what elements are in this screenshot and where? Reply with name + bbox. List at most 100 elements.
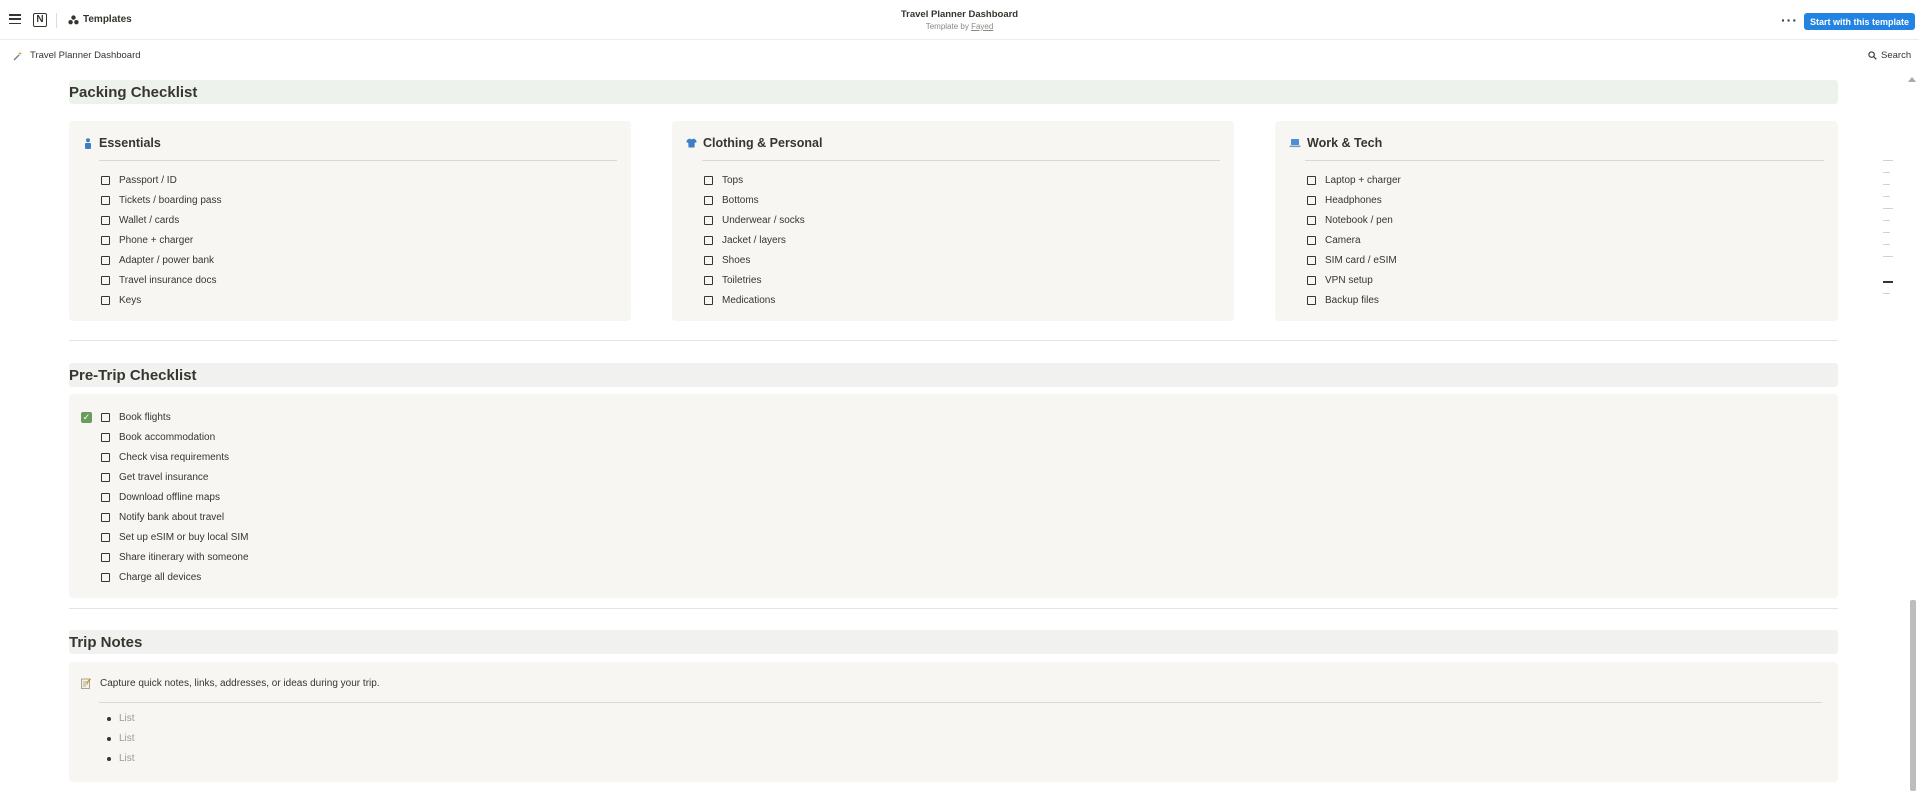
todo-item[interactable]: Bottoms bbox=[704, 193, 759, 207]
toc-line[interactable] bbox=[1883, 172, 1890, 173]
toc-line[interactable] bbox=[1883, 160, 1893, 161]
todo-label: Charge all devices bbox=[119, 571, 202, 583]
todo-label: Wallet / cards bbox=[119, 214, 180, 226]
todo-item[interactable]: Underwear / socks bbox=[704, 213, 805, 227]
checkbox[interactable] bbox=[101, 492, 110, 502]
card-header: Clothing & Personal bbox=[686, 136, 822, 150]
todo-item[interactable]: Passport / ID bbox=[101, 173, 177, 187]
search-button[interactable]: Search bbox=[1868, 50, 1911, 61]
checkbox[interactable] bbox=[101, 512, 110, 522]
checkbox[interactable] bbox=[704, 215, 713, 225]
todo-item[interactable]: Share itinerary with someone bbox=[101, 550, 249, 564]
todo-item[interactable]: Shoes bbox=[704, 253, 750, 267]
checkbox[interactable] bbox=[704, 295, 713, 305]
work-tech-card: Work & Tech Laptop + charger Headphones … bbox=[1275, 121, 1838, 321]
todo-item[interactable]: Toiletries bbox=[704, 273, 761, 287]
checkbox[interactable] bbox=[704, 195, 713, 205]
checkbox[interactable] bbox=[101, 432, 110, 442]
toc-line[interactable] bbox=[1883, 244, 1890, 245]
todo-item[interactable]: Book accommodation bbox=[101, 430, 215, 444]
checkbox[interactable] bbox=[704, 275, 713, 285]
todo-item[interactable]: Headphones bbox=[1307, 193, 1382, 207]
checkbox[interactable] bbox=[1307, 275, 1316, 285]
check-icon: ✓ bbox=[81, 412, 92, 423]
scroll-up-arrow-icon[interactable] bbox=[1908, 77, 1916, 82]
checkbox[interactable] bbox=[101, 215, 110, 225]
toc-line[interactable] bbox=[1883, 184, 1890, 185]
checkbox[interactable] bbox=[101, 572, 110, 582]
pre-trip-checklist-header: Pre-Trip Checklist bbox=[69, 363, 1838, 387]
todo-item[interactable]: Get travel insurance bbox=[101, 470, 209, 484]
todo-item[interactable]: Wallet / cards bbox=[101, 213, 179, 227]
toc-line[interactable] bbox=[1883, 208, 1893, 209]
toc-line-active[interactable] bbox=[1883, 281, 1893, 283]
todo-label: Bottoms bbox=[722, 194, 759, 206]
todo-item[interactable]: Check visa requirements bbox=[101, 450, 229, 464]
todo-item[interactable]: Charge all devices bbox=[101, 570, 201, 584]
todo-item[interactable]: Laptop + charger bbox=[1307, 173, 1401, 187]
top-bar: N Templates Travel Planner Dashboard Tem… bbox=[0, 0, 1919, 40]
todo-item[interactable]: Notify bank about travel bbox=[101, 510, 224, 524]
todo-item[interactable]: Jacket / layers bbox=[704, 233, 786, 247]
checkbox[interactable] bbox=[704, 235, 713, 245]
todo-item[interactable]: Book flights bbox=[101, 410, 171, 424]
checkbox[interactable] bbox=[1307, 235, 1316, 245]
divider bbox=[69, 340, 1838, 341]
scrollbar-thumb[interactable] bbox=[1910, 600, 1916, 791]
breadcrumb[interactable]: Travel Planner Dashboard bbox=[13, 50, 141, 61]
author-link[interactable]: Fayed bbox=[971, 22, 993, 31]
checkbox[interactable] bbox=[101, 195, 110, 205]
checkbox[interactable] bbox=[101, 275, 110, 285]
checkbox[interactable] bbox=[101, 532, 110, 542]
list-item[interactable]: List bbox=[107, 713, 135, 724]
checkbox[interactable] bbox=[101, 295, 110, 305]
todo-label: Phone + charger bbox=[119, 234, 194, 246]
todo-item[interactable]: Backup files bbox=[1307, 293, 1379, 307]
todo-item[interactable]: Tickets / boarding pass bbox=[101, 193, 221, 207]
toc-line[interactable] bbox=[1883, 196, 1890, 197]
start-with-template-button[interactable]: Start with this template bbox=[1804, 13, 1916, 30]
todo-label: Jacket / layers bbox=[722, 234, 786, 246]
todo-item[interactable]: Notebook / pen bbox=[1307, 213, 1393, 227]
checkbox[interactable] bbox=[1307, 175, 1316, 185]
list-item[interactable]: List bbox=[107, 753, 135, 764]
todo-item[interactable]: SIM card / eSIM bbox=[1307, 253, 1397, 267]
more-options-icon[interactable]: ··· bbox=[1781, 12, 1798, 28]
list-item[interactable]: List bbox=[107, 733, 135, 744]
checkbox[interactable] bbox=[101, 412, 110, 422]
todo-item[interactable]: Camera bbox=[1307, 233, 1361, 247]
toc-line[interactable] bbox=[1883, 256, 1893, 257]
checkbox[interactable] bbox=[704, 175, 713, 185]
checkbox[interactable] bbox=[1307, 255, 1316, 265]
checkbox[interactable] bbox=[1307, 295, 1316, 305]
toc-line[interactable] bbox=[1883, 220, 1890, 221]
checkbox[interactable] bbox=[101, 255, 110, 265]
todo-item[interactable]: Download offline maps bbox=[101, 490, 220, 504]
todo-label: Tops bbox=[722, 174, 744, 186]
checkbox[interactable] bbox=[101, 552, 110, 562]
divider bbox=[69, 608, 1838, 609]
checkbox[interactable] bbox=[704, 255, 713, 265]
divider bbox=[702, 160, 1220, 161]
todo-label: Notebook / pen bbox=[1325, 214, 1393, 226]
toc-line[interactable] bbox=[1883, 293, 1890, 294]
todo-item[interactable]: Medications bbox=[704, 293, 775, 307]
divider bbox=[99, 160, 617, 161]
todo-label: Passport / ID bbox=[119, 174, 177, 186]
checkbox[interactable] bbox=[1307, 195, 1316, 205]
todo-label: Keys bbox=[119, 294, 142, 306]
toc-line[interactable] bbox=[1883, 232, 1890, 233]
todo-item[interactable]: Adapter / power bank bbox=[101, 253, 214, 267]
todo-item[interactable]: Phone + charger bbox=[101, 233, 193, 247]
checkbox[interactable] bbox=[1307, 215, 1316, 225]
todo-item[interactable]: Set up eSIM or buy local SIM bbox=[101, 530, 249, 544]
checkbox[interactable] bbox=[101, 452, 110, 462]
todo-item[interactable]: Tops bbox=[704, 173, 743, 187]
notes-callout-text[interactable]: Capture quick notes, links, addresses, o… bbox=[100, 678, 380, 689]
todo-item[interactable]: Travel insurance docs bbox=[101, 273, 216, 287]
todo-item[interactable]: VPN setup bbox=[1307, 273, 1373, 287]
checkbox[interactable] bbox=[101, 472, 110, 482]
todo-item[interactable]: Keys bbox=[101, 293, 141, 307]
checkbox[interactable] bbox=[101, 235, 110, 245]
checkbox[interactable] bbox=[101, 175, 110, 185]
